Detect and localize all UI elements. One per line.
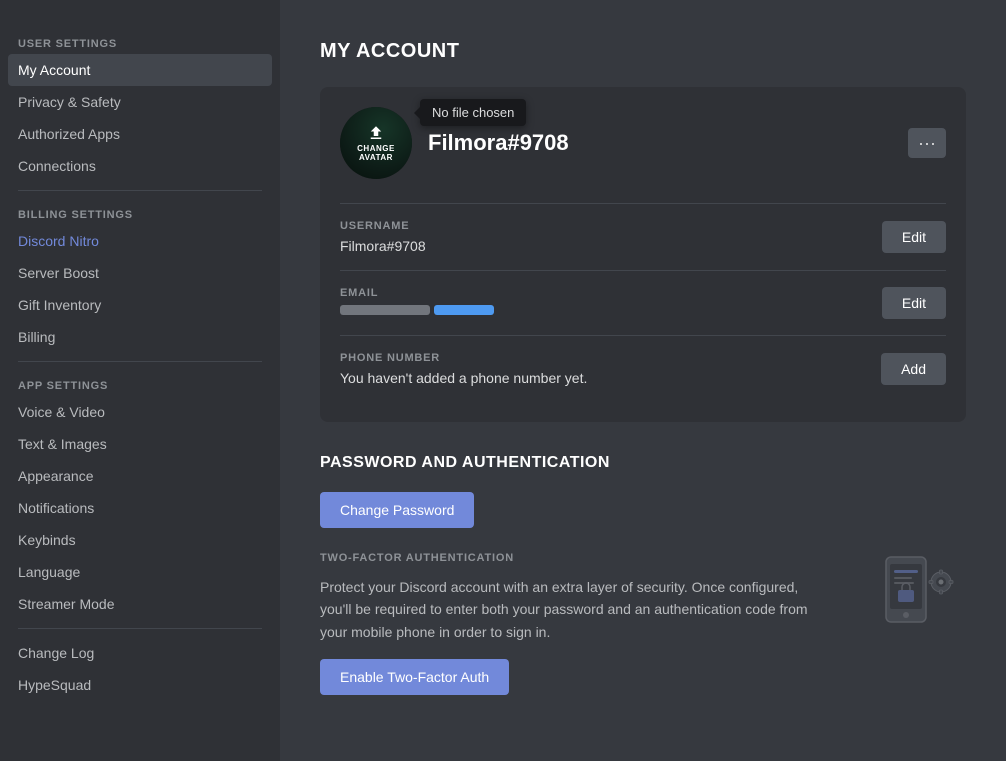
sidebar: User Settings My Account Privacy & Safet… [0, 0, 280, 761]
email-partial [434, 305, 494, 315]
sidebar-item-gift-inventory[interactable]: Gift Inventory [8, 289, 272, 321]
password-auth-title: PASSWORD AND AUTHENTICATION [320, 454, 966, 472]
username-label: USERNAME [340, 220, 866, 232]
app-settings-section-label: App Settings [8, 370, 272, 396]
sidebar-item-change-log[interactable]: Change Log [8, 637, 272, 669]
upload-icon [367, 124, 385, 142]
two-factor-description: Protect your Discord account with an ext… [320, 576, 820, 643]
no-file-tooltip: No file chosen [420, 99, 526, 126]
sidebar-item-my-account[interactable]: My Account [8, 54, 272, 86]
phone-value: You haven't added a phone number yet. [340, 370, 865, 386]
sidebar-item-hypesquad[interactable]: HypeSquad [8, 669, 272, 701]
username-edit-button[interactable]: Edit [882, 221, 946, 253]
profile-display-name: Filmora#9708 [428, 130, 908, 156]
email-label: EMAIL [340, 287, 866, 299]
password-auth-section: PASSWORD AND AUTHENTICATION Change Passw… [320, 454, 966, 695]
avatar-wrapper: CHANGEAVATAR No file chosen [340, 107, 412, 179]
sidebar-divider-3 [18, 628, 262, 629]
sidebar-item-keybinds[interactable]: Keybinds [8, 524, 272, 556]
sidebar-item-connections[interactable]: Connections [8, 150, 272, 182]
main-content: MY ACCOUNT CHANGEAVATAR No file chosen F… [280, 0, 1006, 761]
sidebar-item-discord-nitro[interactable]: Discord Nitro [8, 225, 272, 257]
sidebar-divider-2 [18, 361, 262, 362]
two-factor-text: TWO-FACTOR AUTHENTICATION Protect your D… [320, 552, 826, 695]
sidebar-item-voice-video[interactable]: Voice & Video [8, 396, 272, 428]
sidebar-item-appearance[interactable]: Appearance [8, 460, 272, 492]
sidebar-item-streamer-mode[interactable]: Streamer Mode [8, 588, 272, 620]
sidebar-item-text-images[interactable]: Text & Images [8, 428, 272, 460]
sidebar-item-server-boost[interactable]: Server Boost [8, 257, 272, 289]
two-factor-illustration [846, 552, 966, 632]
profile-card: CHANGEAVATAR No file chosen Filmora#9708… [320, 87, 966, 422]
change-password-button[interactable]: Change Password [320, 492, 474, 528]
email-field-content: EMAIL [340, 287, 866, 315]
profile-header: CHANGEAVATAR No file chosen Filmora#9708… [340, 107, 946, 179]
user-settings-section-label: User Settings [8, 28, 272, 54]
enable-2fa-button[interactable]: Enable Two-Factor Auth [320, 659, 509, 695]
email-edit-button[interactable]: Edit [882, 287, 946, 319]
username-field: USERNAME Filmora#9708 Edit [340, 203, 946, 270]
sidebar-item-authorized-apps[interactable]: Authorized Apps [8, 118, 272, 150]
phone-add-button[interactable]: Add [881, 353, 946, 385]
more-options-button[interactable]: ··· [908, 128, 946, 158]
sidebar-divider-1 [18, 190, 262, 191]
two-factor-label: TWO-FACTOR AUTHENTICATION [320, 552, 826, 564]
change-avatar-label: CHANGEAVATAR [357, 144, 395, 162]
two-factor-content: TWO-FACTOR AUTHENTICATION Protect your D… [320, 552, 966, 695]
page-title: MY ACCOUNT [320, 40, 966, 63]
username-value: Filmora#9708 [340, 238, 866, 254]
email-value [340, 305, 866, 315]
sidebar-item-language[interactable]: Language [8, 556, 272, 588]
sidebar-item-privacy-safety[interactable]: Privacy & Safety [8, 86, 272, 118]
username-field-content: USERNAME Filmora#9708 [340, 220, 866, 254]
email-field: EMAIL Edit [340, 270, 946, 335]
phone-field-content: PHONE NUMBER You haven't added a phone n… [340, 352, 865, 386]
billing-settings-section-label: Billing Settings [8, 199, 272, 225]
sidebar-item-billing[interactable]: Billing [8, 321, 272, 353]
phone-field: PHONE NUMBER You haven't added a phone n… [340, 335, 946, 402]
phone-label: PHONE NUMBER [340, 352, 865, 364]
change-avatar-button[interactable]: CHANGEAVATAR [340, 107, 412, 179]
sidebar-item-notifications[interactable]: Notifications [8, 492, 272, 524]
email-dots [340, 305, 430, 315]
